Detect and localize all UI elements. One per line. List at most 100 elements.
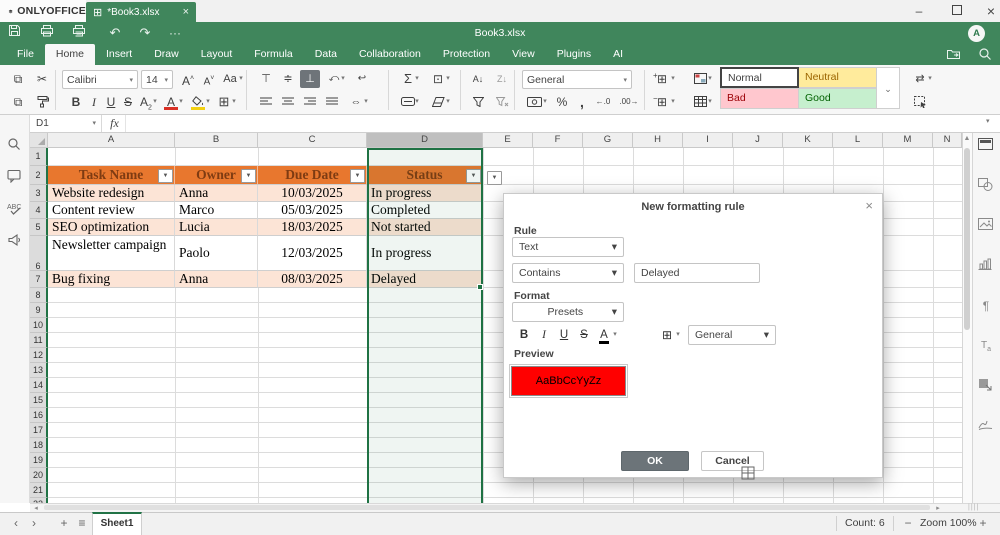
feedback-icon[interactable] bbox=[7, 233, 23, 249]
bold-button[interactable]: B bbox=[66, 93, 86, 111]
menu-data[interactable]: Data bbox=[304, 44, 348, 65]
autofilter-button-b[interactable]: ▼ bbox=[241, 169, 256, 183]
autofilter-button-e[interactable]: ▼ bbox=[487, 171, 502, 185]
row-header[interactable]: 4 bbox=[30, 202, 48, 219]
cell-b3[interactable]: Anna bbox=[175, 185, 258, 202]
cell-style-bad[interactable]: Bad bbox=[720, 88, 799, 109]
dialog-strikethrough-button[interactable]: S bbox=[576, 325, 592, 345]
chevron-down-icon[interactable]: ▾ bbox=[176, 93, 186, 111]
comma-style-button[interactable]: , bbox=[572, 93, 592, 111]
menu-file[interactable]: File bbox=[6, 44, 45, 65]
restore-button[interactable] bbox=[944, 0, 970, 22]
dialog-bold-button[interactable]: B bbox=[516, 325, 532, 345]
chevron-down-icon[interactable]: ▾ bbox=[668, 93, 678, 111]
insert-function-button[interactable]: fx bbox=[104, 115, 126, 132]
row-header[interactable]: 1 bbox=[30, 148, 48, 166]
cell-c3[interactable]: 10/03/2025 bbox=[258, 185, 367, 202]
row-header[interactable]: 15 bbox=[30, 393, 48, 408]
align-middle-button[interactable]: ≑ bbox=[278, 70, 298, 88]
column-header-n[interactable]: N bbox=[933, 133, 962, 148]
chevron-down-icon[interactable]: ▾ bbox=[229, 93, 239, 111]
rule-type-select[interactable]: Text ▾ bbox=[512, 237, 624, 257]
row-header[interactable]: 20 bbox=[30, 468, 48, 483]
chevron-down-icon[interactable]: ▾ bbox=[443, 70, 453, 88]
decrease-font-button[interactable]: A˅ bbox=[199, 70, 219, 88]
column-header-c[interactable]: C bbox=[258, 133, 367, 148]
cell-b5[interactable]: Lucia bbox=[175, 219, 258, 236]
align-center-button[interactable] bbox=[278, 93, 298, 111]
clear-filter-button[interactable] bbox=[492, 93, 512, 111]
column-header-l[interactable]: L bbox=[833, 133, 883, 148]
align-right-button[interactable] bbox=[300, 93, 320, 111]
scrollbar-resize-grip[interactable]: |||| bbox=[968, 504, 979, 511]
row-header[interactable]: 18 bbox=[30, 438, 48, 453]
select-all-corner[interactable] bbox=[30, 133, 48, 148]
column-header-m[interactable]: M bbox=[883, 133, 933, 148]
document-tab[interactable]: ⊞ *Book3.xlsx × bbox=[86, 2, 196, 22]
wrap-text-button[interactable]: ↩ bbox=[352, 70, 372, 88]
chevron-down-icon[interactable]: ▾ bbox=[610, 325, 620, 345]
chevron-down-icon[interactable]: ▾ bbox=[412, 93, 422, 111]
chevron-down-icon[interactable]: ▾ bbox=[668, 70, 678, 88]
tab-close-icon[interactable]: × bbox=[183, 6, 189, 18]
select-data-range-icon[interactable] bbox=[741, 466, 755, 480]
zoom-out-button[interactable]: − bbox=[900, 516, 916, 532]
column-header-g[interactable]: G bbox=[583, 133, 633, 148]
cell-style-normal[interactable]: Normal bbox=[720, 67, 799, 88]
column-header-h[interactable]: H bbox=[633, 133, 683, 148]
row-header[interactable]: 12 bbox=[30, 348, 48, 363]
font-name-select[interactable]: Calibri ▾ bbox=[62, 70, 138, 89]
chevron-down-icon[interactable]: ▾ bbox=[705, 93, 715, 111]
dialog-italic-button[interactable]: I bbox=[536, 325, 552, 345]
user-avatar[interactable]: A bbox=[968, 25, 985, 42]
more-actions-button[interactable]: ··· bbox=[164, 24, 186, 42]
justify-button[interactable] bbox=[322, 93, 342, 111]
sheet-list-icon[interactable]: ≡ bbox=[74, 516, 90, 532]
filter-button[interactable] bbox=[468, 93, 488, 111]
cut-button[interactable]: ✂ bbox=[32, 70, 52, 88]
menu-protection[interactable]: Protection bbox=[432, 44, 501, 65]
strikethrough-button[interactable]: S bbox=[118, 93, 138, 111]
menu-home[interactable]: Home bbox=[44, 44, 95, 65]
rule-value-input[interactable] bbox=[634, 263, 760, 283]
row-header[interactable]: 6 bbox=[30, 236, 48, 271]
dialog-number-format-select[interactable]: General ▾ bbox=[688, 325, 776, 345]
vertical-scrollbar-thumb[interactable] bbox=[964, 148, 970, 330]
spellcheck-icon[interactable]: ABC bbox=[7, 201, 23, 217]
close-button[interactable]: × bbox=[978, 0, 1000, 22]
ok-button[interactable]: OK bbox=[621, 451, 689, 471]
row-header[interactable]: 13 bbox=[30, 363, 48, 378]
column-header-j[interactable]: J bbox=[733, 133, 783, 148]
cell-settings-icon[interactable] bbox=[978, 138, 994, 154]
comments-icon[interactable] bbox=[7, 169, 23, 185]
menu-view[interactable]: View bbox=[501, 44, 546, 65]
align-bottom-button[interactable]: ⊥ bbox=[300, 70, 320, 88]
increase-decimal-button[interactable]: .00→ bbox=[616, 93, 642, 111]
cell-b6[interactable]: Paolo bbox=[175, 236, 258, 271]
chevron-down-icon[interactable]: ▾ bbox=[150, 93, 160, 111]
rule-condition-select[interactable]: Contains ▾ bbox=[512, 263, 624, 283]
row-header[interactable]: 9 bbox=[30, 303, 48, 318]
row-header[interactable]: 17 bbox=[30, 423, 48, 438]
search-icon[interactable] bbox=[978, 47, 996, 63]
save-button[interactable] bbox=[8, 24, 30, 42]
menu-insert[interactable]: Insert bbox=[95, 44, 143, 65]
cell-b4[interactable]: Marco bbox=[175, 202, 258, 219]
presets-select[interactable]: Presets ▾ bbox=[512, 302, 624, 322]
search-icon[interactable] bbox=[7, 137, 23, 153]
row-header[interactable]: 21 bbox=[30, 483, 48, 498]
chevron-down-icon[interactable]: ▾ bbox=[203, 93, 213, 111]
previous-sheet-icon[interactable]: ‹ bbox=[8, 516, 24, 532]
menu-layout[interactable]: Layout bbox=[190, 44, 244, 65]
zoom-level[interactable]: Zoom 100% bbox=[920, 516, 977, 531]
select-range-button[interactable] bbox=[910, 93, 930, 111]
cell-style-good[interactable]: Good bbox=[798, 88, 877, 109]
print-button[interactable] bbox=[40, 24, 62, 42]
expand-formula-bar-icon[interactable]: ▾ bbox=[986, 117, 990, 125]
cell-c6[interactable]: 12/03/2025 bbox=[258, 236, 367, 271]
cell-a7[interactable]: Bug fixing bbox=[48, 271, 175, 288]
chevron-down-icon[interactable]: ▾ bbox=[673, 325, 683, 345]
sort-ascending-button[interactable]: A↓ bbox=[468, 70, 488, 88]
add-sheet-icon[interactable]: + bbox=[56, 516, 72, 532]
cell-a5[interactable]: SEO optimization bbox=[48, 219, 175, 236]
